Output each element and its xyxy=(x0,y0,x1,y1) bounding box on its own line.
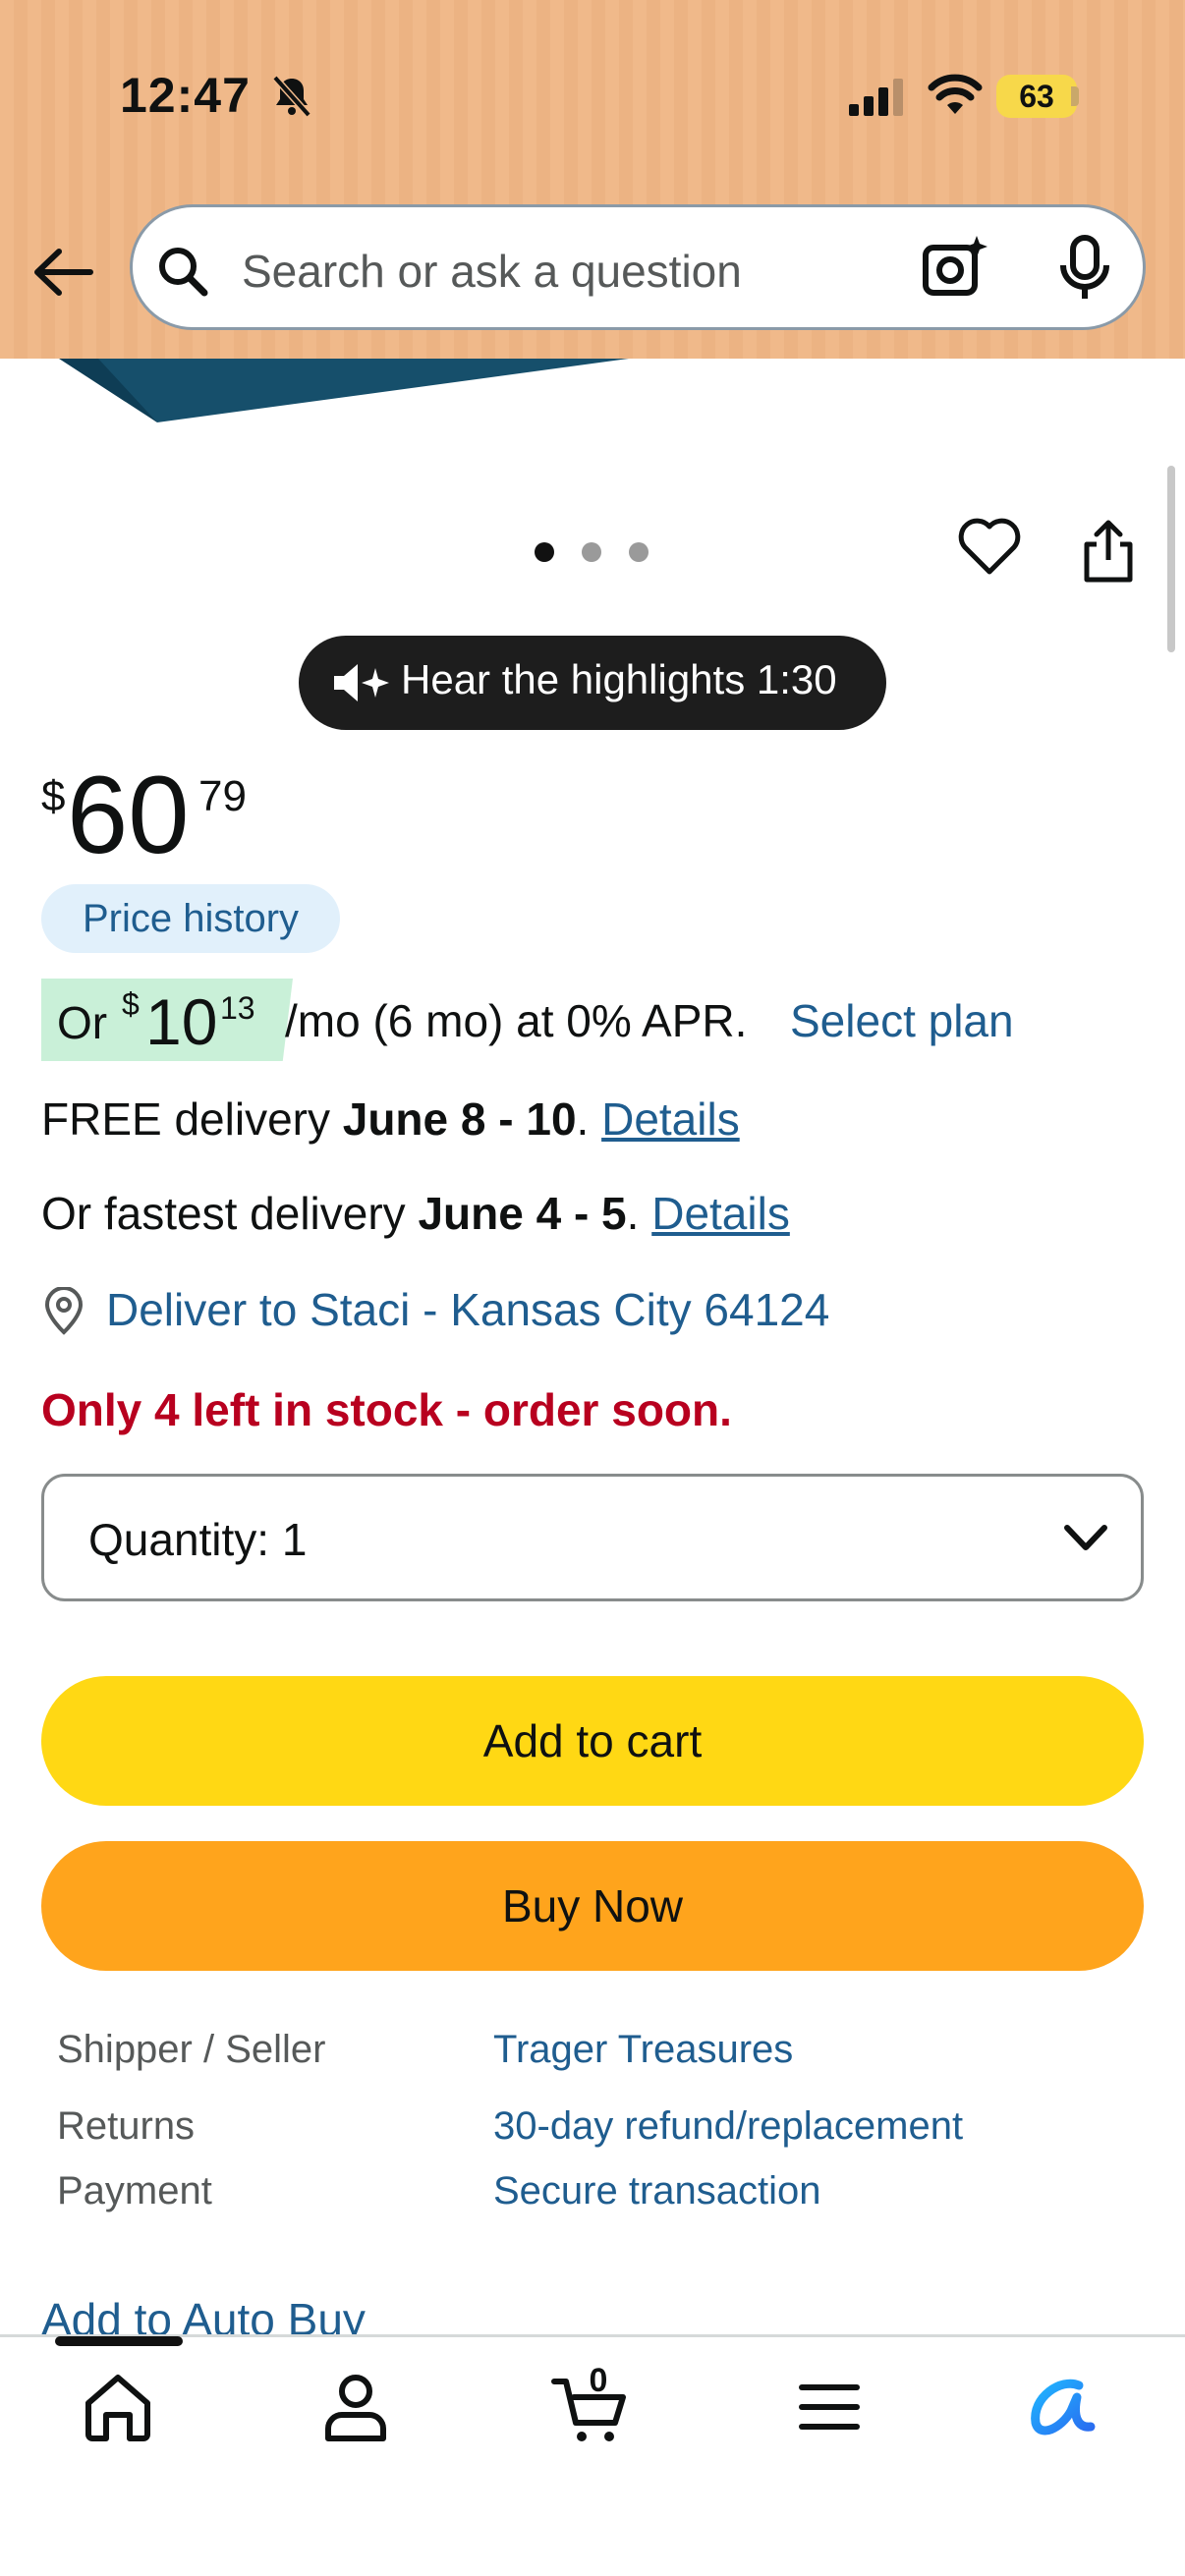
carousel-dot-active[interactable] xyxy=(535,542,554,562)
select-plan-link[interactable]: Select plan xyxy=(790,994,1014,1047)
free-delivery-dates: June 8 - 10 xyxy=(342,1093,577,1145)
status-time: 12:47 xyxy=(120,68,251,123)
quantity-label: Quantity: 1 xyxy=(88,1513,307,1566)
back-arrow-icon[interactable] xyxy=(29,238,98,307)
search-input[interactable] xyxy=(240,236,755,307)
quantity-label-text: Quantity: xyxy=(88,1514,270,1565)
battery-indicator: 63 xyxy=(996,75,1077,118)
fastest-delivery-prefix: Or fastest delivery xyxy=(41,1188,419,1239)
menu-icon[interactable] xyxy=(790,2368,869,2446)
signal-icon xyxy=(849,79,903,116)
hear-highlights-label: Hear the highlights 1:30 xyxy=(401,656,837,702)
returns-label: Returns xyxy=(57,2104,196,2148)
returns-link[interactable]: 30-day refund/replacement xyxy=(493,2104,963,2149)
heart-icon[interactable] xyxy=(957,517,1022,578)
scrollbar[interactable] xyxy=(1167,466,1175,652)
home-icon[interactable] xyxy=(79,2368,157,2446)
deliver-to-link[interactable]: Deliver to Staci - Kansas City 64124 xyxy=(106,1283,829,1336)
monthly-terms: /mo (6 mo) at 0% APR. xyxy=(285,995,748,1046)
buy-now-button[interactable]: Buy Now xyxy=(41,1841,1144,1971)
bell-muted-icon xyxy=(272,75,311,118)
carousel-dot[interactable] xyxy=(582,542,601,562)
free-delivery-prefix: FREE delivery xyxy=(41,1093,343,1145)
shipper-seller-label: Shipper / Seller xyxy=(57,2028,326,2071)
fastest-delivery-details-link[interactable]: Details xyxy=(651,1188,790,1239)
fastest-delivery-dates: June 4 - 5 xyxy=(418,1188,627,1239)
price-whole: 60 xyxy=(67,754,190,876)
cart-count-badge: 0 xyxy=(589,2362,608,2399)
price-currency: $ xyxy=(41,772,66,820)
fastest-delivery-period: . xyxy=(626,1188,640,1239)
monthly-currency: $ xyxy=(122,986,140,1022)
monthly-prefix: Or xyxy=(57,997,108,1048)
microphone-icon[interactable] xyxy=(1055,234,1114,303)
price-fraction: 79 xyxy=(198,772,247,820)
price-history-button[interactable]: Price history xyxy=(41,884,340,953)
free-delivery-period: . xyxy=(576,1093,590,1145)
fastest-delivery-line: Or fastest delivery June 4 - 5. Details xyxy=(41,1187,790,1240)
speaker-sparkle-icon xyxy=(334,664,389,701)
share-icon[interactable] xyxy=(1079,517,1138,586)
monthly-cents: 13 xyxy=(220,990,255,1026)
add-to-cart-button[interactable]: Add to cart xyxy=(41,1676,1144,1806)
carousel-dot[interactable] xyxy=(629,542,649,562)
account-icon[interactable] xyxy=(316,2368,395,2446)
rufus-assistant-icon[interactable] xyxy=(1022,2368,1100,2446)
quantity-value: 1 xyxy=(281,1514,308,1565)
active-tab-indicator xyxy=(55,2336,183,2346)
location-pin-icon xyxy=(44,1287,84,1335)
free-delivery-details-link[interactable]: Details xyxy=(601,1093,740,1145)
payment-label: Payment xyxy=(57,2169,212,2212)
product-image[interactable] xyxy=(59,359,649,427)
monthly-whole: 10 xyxy=(145,985,218,1058)
free-delivery-line: FREE delivery June 8 - 10. Details xyxy=(41,1092,740,1146)
shipper-seller-link[interactable]: Trager Treasures xyxy=(493,2028,793,2072)
battery-tip xyxy=(1071,86,1079,106)
search-icon xyxy=(159,248,208,297)
camera-lens-icon[interactable] xyxy=(920,232,990,303)
chevron-down-icon xyxy=(1064,1525,1107,1550)
stock-warning: Only 4 left in stock - order soon. xyxy=(41,1384,732,1435)
payment-link[interactable]: Secure transaction xyxy=(493,2169,821,2213)
wifi-icon xyxy=(928,74,983,114)
